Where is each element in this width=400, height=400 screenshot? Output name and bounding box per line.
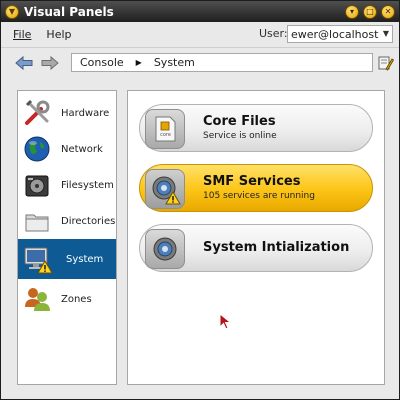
menu-bar: File Help User: ewer@localhost ▼ bbox=[1, 23, 399, 45]
sidebar-item-directories[interactable]: Directories bbox=[18, 203, 116, 239]
minimize-button[interactable]: ▾ bbox=[345, 4, 359, 19]
user-select[interactable]: ewer@localhost ▼ bbox=[287, 25, 393, 43]
gear-icon bbox=[153, 237, 177, 261]
globe-icon bbox=[24, 136, 50, 162]
forward-button[interactable] bbox=[39, 53, 61, 73]
drive-icon bbox=[25, 175, 49, 197]
breadcrumb-console[interactable]: Console bbox=[80, 56, 124, 69]
navigation-bar: Console ▶ System bbox=[1, 47, 399, 77]
card-icon-frame bbox=[145, 169, 185, 209]
sidebar-item-system[interactable]: System bbox=[18, 239, 116, 279]
monitor-warning-icon bbox=[24, 247, 53, 274]
maximize-button[interactable]: □ bbox=[363, 4, 377, 19]
system-initialization-card[interactable]: System Intialization bbox=[139, 224, 373, 272]
breadcrumb: Console ▶ System bbox=[71, 53, 373, 72]
sidebar-item-label: Filesystem bbox=[61, 179, 114, 191]
folder-icon bbox=[25, 214, 49, 232]
card-icon-frame bbox=[145, 229, 185, 269]
chevron-down-icon: ▼ bbox=[382, 29, 389, 38]
back-button[interactable] bbox=[13, 53, 35, 73]
app-logo-icon: ▼ bbox=[5, 4, 19, 19]
sidebar-item-hardware[interactable]: Hardware bbox=[18, 95, 116, 131]
breadcrumb-system[interactable]: System bbox=[154, 56, 195, 69]
back-arrow-icon bbox=[15, 55, 33, 71]
sidebar-item-network[interactable]: Network bbox=[18, 131, 116, 167]
svg-text:core: core bbox=[160, 132, 171, 138]
sidebar-item-label: Network bbox=[61, 143, 103, 155]
card-title: SMF Services bbox=[203, 174, 301, 189]
sidebar-item-label: Zones bbox=[61, 293, 92, 305]
card-icon-frame: core bbox=[145, 109, 185, 149]
sidebar: Hardware Network Filesystem Directories … bbox=[17, 90, 117, 385]
menu-file[interactable]: File bbox=[13, 28, 31, 41]
main-panel: core Core Files Service is online SMF Se… bbox=[127, 90, 385, 385]
core-file-icon: core bbox=[155, 116, 176, 142]
title-bar[interactable]: ▼ Visual Panels ▾ □ ✕ bbox=[1, 1, 399, 22]
app-window: ▼ Visual Panels ▾ □ ✕ File Help User: ew… bbox=[0, 0, 400, 400]
smf-services-card[interactable]: SMF Services 105 services are running bbox=[139, 164, 373, 212]
tools-icon bbox=[25, 99, 50, 125]
sidebar-item-zones[interactable]: Zones bbox=[18, 281, 116, 317]
card-title: System Intialization bbox=[203, 240, 350, 255]
sidebar-item-label: Directories bbox=[61, 215, 116, 227]
menu-help[interactable]: Help bbox=[46, 28, 71, 41]
users-icon bbox=[25, 288, 50, 311]
window-title: Visual Panels bbox=[24, 4, 114, 19]
card-subtitle: 105 services are running bbox=[203, 191, 315, 201]
card-subtitle: Service is online bbox=[203, 131, 277, 141]
sidebar-item-label: System bbox=[66, 253, 104, 265]
mouse-cursor-icon bbox=[219, 313, 232, 330]
sidebar-item-label: Hardware bbox=[61, 107, 110, 119]
user-label: User: bbox=[259, 27, 288, 40]
close-button[interactable]: ✕ bbox=[381, 4, 395, 19]
gear-warning-icon bbox=[152, 176, 181, 205]
user-select-value: ewer@localhost bbox=[291, 27, 379, 41]
card-title: Core Files bbox=[203, 114, 276, 129]
breadcrumb-separator-icon: ▶ bbox=[135, 58, 142, 67]
edit-properties-icon[interactable] bbox=[378, 55, 394, 71]
sidebar-item-filesystem[interactable]: Filesystem bbox=[18, 167, 116, 203]
core-files-card[interactable]: core Core Files Service is online bbox=[139, 104, 373, 152]
forward-arrow-icon bbox=[41, 55, 59, 71]
